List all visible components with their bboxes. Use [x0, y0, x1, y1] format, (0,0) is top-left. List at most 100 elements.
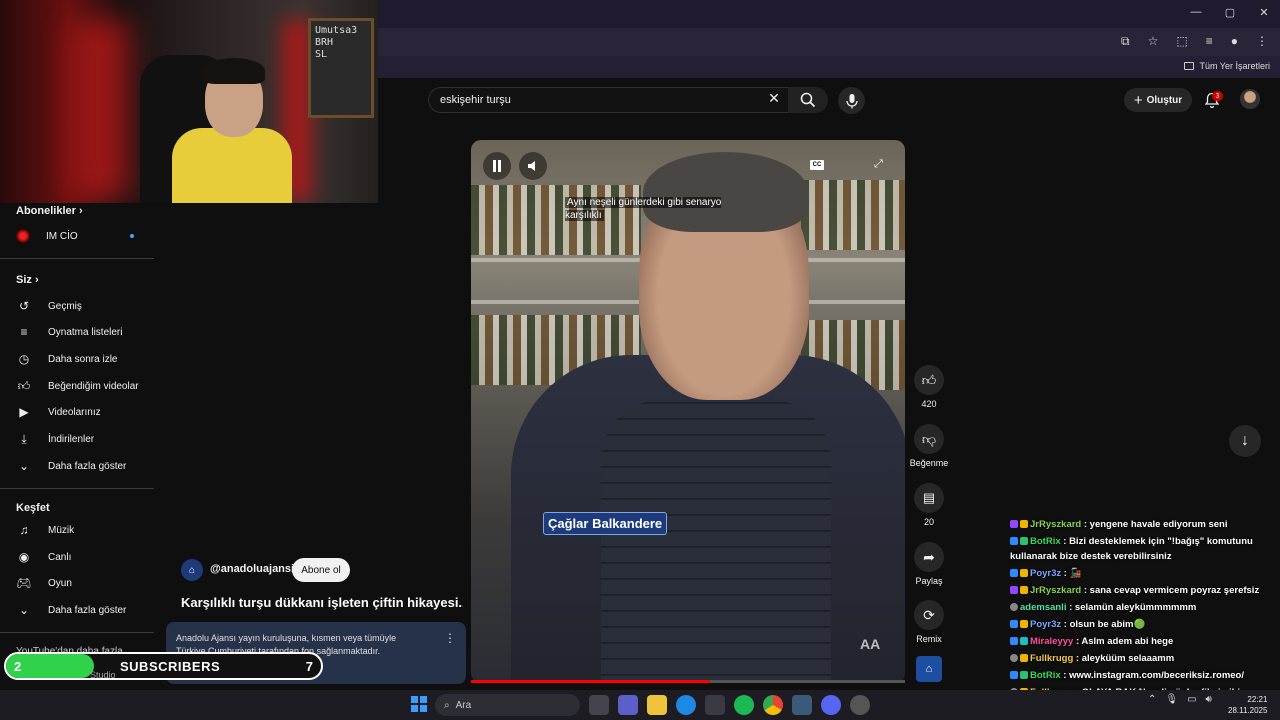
thumbs-down-icon: 👎︎ [921, 430, 937, 447]
chat-username[interactable]: JrRyszkard [1030, 519, 1081, 530]
search-button[interactable] [788, 87, 828, 113]
subscriptions-title[interactable]: Abonelikler › [16, 205, 83, 217]
sidebar-item-playlists[interactable]: ≡ Oynatma listeleri [16, 320, 154, 344]
microphone-icon[interactable]: 🎙︎ [1165, 694, 1178, 705]
chat-username[interactable]: Poyr3z [1030, 568, 1061, 579]
sidebar-item-show-more[interactable]: ⌄ Daha fazla göster [16, 454, 154, 478]
chat-username[interactable]: Poyr3z [1030, 619, 1061, 630]
chat-username[interactable]: ademsanli [1020, 602, 1066, 613]
sidebar-item-music[interactable]: ♫ Müzik [16, 518, 154, 542]
taskbar-clock[interactable]: 22:21 28.11.2025 [1228, 694, 1267, 716]
profile-icon[interactable]: ● [1231, 34, 1238, 49]
music-icon: ♫ [19, 523, 29, 537]
closed-captions-icon[interactable]: CC [810, 160, 824, 170]
chrome-icon[interactable] [763, 695, 783, 715]
chat-username[interactable]: JrRyszkard [1030, 585, 1081, 596]
subscriber-goal-widget: 2 SUBSCRIBERS 7 [4, 652, 323, 680]
minimize-icon[interactable]: — [1188, 6, 1204, 19]
sidebar-item-your-videos[interactable]: ▶ Videolarınız [16, 400, 154, 424]
next-video-button[interactable]: ↓ [1229, 425, 1261, 457]
sidebar-item-studio[interactable]: Studio [90, 670, 116, 680]
chat-badge-icon [1020, 520, 1028, 528]
sidebar-item-liked-videos[interactable]: 👍︎ Beğendiğim videolar [16, 374, 154, 398]
you-section-title[interactable]: Siz › [16, 274, 39, 286]
comments-button[interactable]: ▤ 20 [908, 483, 950, 527]
teams-icon[interactable] [618, 695, 638, 715]
clear-search-icon[interactable]: ✕ [764, 90, 784, 107]
maximize-icon[interactable]: ▢ [1222, 6, 1238, 19]
bookmark-star-icon[interactable]: ☆ [1148, 34, 1159, 49]
voice-search-button[interactable] [838, 87, 865, 114]
windows-start-icon[interactable] [411, 696, 427, 712]
sidebar-item-downloads[interactable]: ⤓ İndirilenler [16, 427, 154, 451]
pause-icon [493, 160, 501, 172]
network-icon[interactable]: ▭ [1187, 694, 1196, 705]
media-control-icon[interactable]: ≡ [1206, 34, 1213, 49]
sidebar-item-live[interactable]: ◉ Canlı [16, 545, 154, 569]
sidebar-item-show-more-explore[interactable]: ⌄ Daha fazla göster [16, 598, 154, 622]
speaker-icon [528, 161, 535, 171]
sidebar-item-history[interactable]: ↺ Geçmiş [16, 294, 154, 318]
obs-icon[interactable] [850, 695, 870, 715]
anadolu-logo-icon: ⌂ [925, 663, 933, 675]
address-bar-actions: ⧉ ☆ ⬚ ≡ ● ⋮ [1121, 34, 1268, 49]
chat-username[interactable]: Miraleyyy [1030, 636, 1073, 647]
sidebar-item-gaming[interactable]: 🎮︎ Oyun [16, 571, 154, 595]
chevron-down-icon: ⌄ [18, 603, 30, 617]
sidebar-item-watch-later[interactable]: ◷ Daha sonra izle [16, 347, 154, 371]
all-bookmarks-button[interactable]: Tüm Yer İşaretleri [1184, 61, 1270, 71]
chevron-up-icon[interactable]: ⌃ [1148, 694, 1156, 705]
share-button[interactable]: ➦ Paylaş [908, 542, 950, 586]
browser-menu-icon[interactable]: ⋮ [1256, 34, 1268, 49]
search-input[interactable]: eskişehir turşu [428, 87, 790, 113]
streamer-body [172, 128, 292, 203]
channel-handle[interactable]: @anadoluajansi [210, 563, 294, 575]
extensions-icon[interactable]: ⬚ [1176, 34, 1187, 49]
store-icon[interactable] [705, 695, 725, 715]
comment-icon: ▤ [922, 490, 936, 505]
search-icon [800, 92, 816, 108]
fullscreen-icon[interactable]: ⤢ [874, 158, 883, 171]
spotify-icon[interactable] [734, 695, 754, 715]
dislike-button[interactable]: 👎︎ Beğenme [908, 424, 950, 468]
pause-button[interactable] [483, 152, 511, 180]
chevron-down-icon: ⌄ [18, 459, 30, 473]
taskbar-search[interactable]: ⌕ Ara [435, 694, 580, 716]
file-explorer-icon[interactable] [647, 695, 667, 715]
chat-badge-icon [1010, 569, 1018, 577]
anadolu-agency-logo: AA [860, 636, 881, 652]
watch-later-icon: ◷ [18, 352, 30, 366]
app-icon[interactable] [792, 695, 812, 715]
chat-username[interactable]: BotRix [1030, 670, 1061, 681]
chat-username[interactable]: BotRix [1030, 536, 1061, 547]
subscribe-button[interactable]: Abone ol [292, 558, 350, 582]
account-avatar[interactable] [1240, 89, 1260, 109]
edge-icon[interactable] [676, 695, 696, 715]
volume-button[interactable] [519, 152, 547, 180]
task-view-icon[interactable] [589, 695, 609, 715]
like-button[interactable]: 👍︎ 420 [908, 365, 950, 409]
download-icon: ⤓ [21, 431, 27, 446]
close-icon[interactable]: ✕ [1256, 6, 1272, 19]
sidebar-item-subscription[interactable]: IM CİO [16, 224, 154, 248]
subscriber-label: SUBSCRIBERS [120, 659, 221, 674]
thumbs-up-icon: 👍︎ [921, 371, 937, 388]
create-button[interactable]: + Oluştur [1124, 88, 1192, 112]
remix-button[interactable]: ⟳ Remix [908, 600, 950, 644]
volume-icon[interactable]: 🔊︎ [1206, 694, 1212, 705]
chat-badge-icon [1010, 620, 1018, 628]
cast-icon[interactable]: ⧉ [1121, 34, 1130, 49]
chat-badge-icon [1010, 637, 1018, 645]
video-progress-bar[interactable] [471, 680, 905, 683]
channel-avatar [16, 229, 30, 243]
discord-icon[interactable] [821, 695, 841, 715]
channel-thumbnail[interactable]: ⌂ [916, 656, 942, 682]
browser-tab-bar [378, 0, 1280, 28]
history-icon: ↺ [18, 299, 30, 313]
channel-avatar[interactable]: ⌂ [181, 559, 203, 581]
chat-username[interactable]: Fullkrugg [1030, 653, 1073, 664]
chat-badge-icon [1020, 671, 1028, 679]
plus-icon: + [1133, 91, 1143, 109]
video-title[interactable]: Karşılıklı turşu dükkanı işleten çiftin … [181, 595, 463, 610]
more-options-icon[interactable]: ⋮ [444, 632, 456, 645]
